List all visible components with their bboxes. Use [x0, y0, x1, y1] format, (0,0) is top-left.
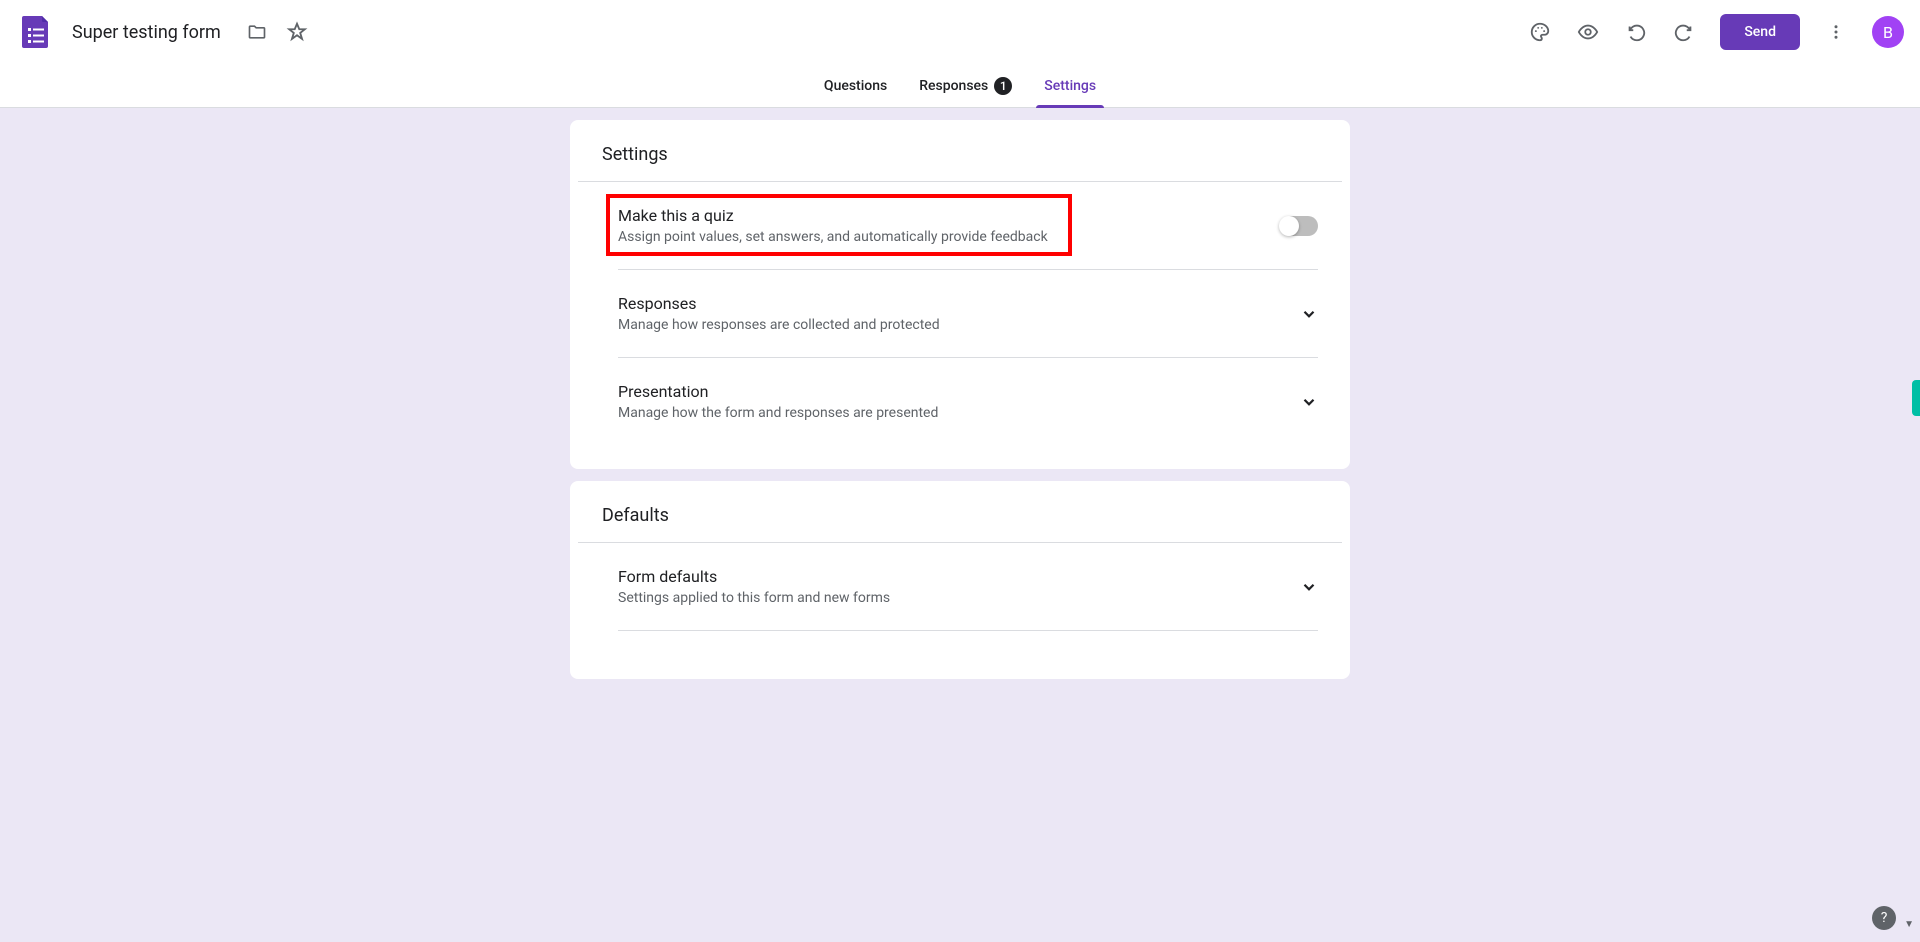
- setting-row-form-defaults[interactable]: Form defaults Settings applied to this f…: [618, 543, 1318, 631]
- undo-icon: [1625, 21, 1647, 43]
- redo-icon: [1673, 21, 1695, 43]
- eye-icon: [1577, 21, 1599, 43]
- more-vert-icon: [1827, 23, 1845, 41]
- preview-button[interactable]: [1568, 12, 1608, 52]
- redo-button[interactable]: [1664, 12, 1704, 52]
- setting-text: Form defaults Settings applied to this f…: [618, 567, 1300, 606]
- star-icon: [286, 21, 308, 43]
- setting-row-responses[interactable]: Responses Manage how responses are colle…: [618, 270, 1318, 358]
- card-title: Defaults: [578, 505, 1342, 543]
- header: Super testing form Send B: [0, 0, 1920, 64]
- chevron-down-icon: [1300, 578, 1318, 596]
- forms-logo[interactable]: [16, 12, 56, 52]
- content-area: Settings Make this a quiz Assign point v…: [0, 108, 1920, 942]
- settings-card: Settings Make this a quiz Assign point v…: [570, 120, 1350, 469]
- star-button[interactable]: [277, 12, 317, 52]
- card-title: Settings: [578, 144, 1342, 182]
- setting-label: Presentation: [618, 382, 1300, 401]
- form-title[interactable]: Super testing form: [72, 22, 221, 43]
- setting-label: Form defaults: [618, 567, 1300, 586]
- setting-row-partial: [618, 631, 1318, 655]
- tab-label: Responses: [919, 78, 988, 94]
- tabs: Questions Responses 1 Settings: [0, 64, 1920, 108]
- setting-label: Responses: [618, 294, 1300, 313]
- folder-icon: [247, 22, 267, 42]
- tab-questions[interactable]: Questions: [808, 64, 903, 108]
- help-button[interactable]: ?: [1872, 906, 1896, 930]
- setting-text: Presentation Manage how the form and res…: [618, 382, 1300, 421]
- chevron-down-icon: [1300, 393, 1318, 411]
- toggle-knob: [1279, 216, 1299, 236]
- tab-label: Settings: [1044, 78, 1096, 94]
- avatar[interactable]: B: [1872, 16, 1904, 48]
- palette-icon: [1529, 21, 1551, 43]
- header-right: Send B: [1520, 12, 1904, 52]
- send-button[interactable]: Send: [1720, 14, 1800, 50]
- setting-desc: Assign point values, set answers, and au…: [618, 229, 1281, 245]
- defaults-card: Defaults Form defaults Settings applied …: [570, 481, 1350, 679]
- setting-label: Make this a quiz: [618, 206, 1281, 225]
- setting-row-quiz: Make this a quiz Assign point values, se…: [618, 182, 1318, 270]
- side-tab[interactable]: [1912, 380, 1920, 416]
- setting-desc: Settings applied to this form and new fo…: [618, 590, 1300, 606]
- setting-row-presentation[interactable]: Presentation Manage how the form and res…: [618, 358, 1318, 445]
- more-options-button[interactable]: [1816, 12, 1856, 52]
- setting-desc: Manage how responses are collected and p…: [618, 317, 1300, 333]
- tab-label: Questions: [824, 78, 887, 94]
- setting-text: Responses Manage how responses are colle…: [618, 294, 1300, 333]
- dropdown-caret-icon[interactable]: ▼: [1904, 919, 1914, 930]
- tab-responses[interactable]: Responses 1: [903, 64, 1028, 108]
- forms-logo-icon: [18, 14, 54, 50]
- responses-badge: 1: [994, 77, 1012, 95]
- tab-settings[interactable]: Settings: [1028, 64, 1112, 108]
- undo-button[interactable]: [1616, 12, 1656, 52]
- quiz-toggle[interactable]: [1281, 216, 1318, 236]
- chevron-down-icon: [1300, 305, 1318, 323]
- setting-desc: Manage how the form and responses are pr…: [618, 405, 1300, 421]
- move-to-folder-button[interactable]: [237, 12, 277, 52]
- setting-text: Make this a quiz Assign point values, se…: [618, 206, 1281, 245]
- customize-theme-button[interactable]: [1520, 12, 1560, 52]
